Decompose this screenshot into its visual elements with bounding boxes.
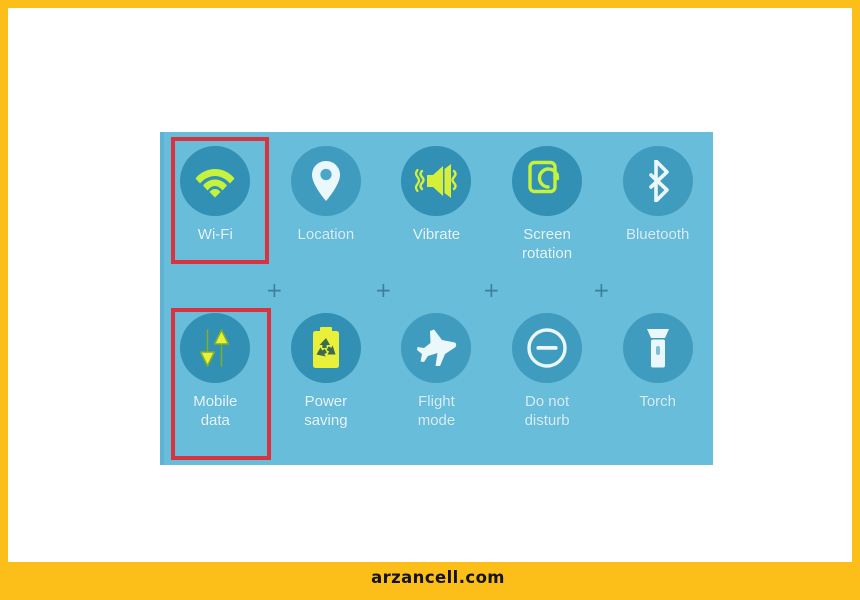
battery-recycle-icon: [309, 326, 343, 370]
airplane-icon: [414, 328, 458, 368]
tile-do-not-disturb-label: Do not disturb: [524, 393, 570, 429]
tile-wifi-circle[interactable]: [180, 146, 251, 216]
flashlight-icon: [644, 327, 672, 369]
plus-separator-3: +: [483, 278, 500, 302]
tile-location-label: Location: [297, 226, 355, 243]
tile-location-circle[interactable]: [290, 146, 361, 216]
quick-settings-row-bottom: Mobile data Power saving Flight mode Do …: [160, 313, 713, 430]
tile-torch-circle[interactable]: [622, 313, 693, 383]
do-not-disturb-icon: [526, 327, 568, 369]
plus-separator-4: +: [593, 278, 610, 302]
tile-vibrate[interactable]: Vibrate: [384, 146, 488, 244]
tile-mobile-data-circle[interactable]: [180, 313, 251, 383]
vibrate-icon: [413, 162, 459, 200]
footer-watermark-bar: arzancell.com: [8, 562, 860, 592]
tile-flight-mode[interactable]: Flight mode: [384, 313, 488, 430]
tile-bluetooth-circle[interactable]: [622, 146, 693, 216]
bluetooth-icon: [643, 160, 673, 202]
tile-power-saving[interactable]: Power saving: [274, 313, 378, 430]
separator-row: + + + +: [160, 278, 713, 304]
screen-rotation-icon: [527, 160, 567, 202]
tile-screen-rotation-circle[interactable]: [512, 146, 583, 216]
location-pin-icon: [310, 160, 342, 202]
tile-screen-rotation-label: Screen rotation: [522, 226, 573, 262]
tile-vibrate-label: Vibrate: [412, 226, 461, 243]
wifi-icon: [194, 164, 236, 198]
page-frame: Wi-Fi Location Vibrate Screen rotation B…: [0, 0, 860, 600]
tile-power-saving-circle[interactable]: [290, 313, 361, 383]
tile-torch-label: Torch: [639, 393, 677, 410]
tile-mobile-data-label: Mobile data: [193, 393, 238, 429]
tile-wifi-label: Wi-Fi: [197, 226, 233, 243]
tile-flight-mode-label: Flight mode: [417, 393, 456, 429]
tile-bluetooth[interactable]: Bluetooth: [606, 146, 710, 244]
tile-mobile-data[interactable]: Mobile data: [163, 313, 267, 430]
plus-separator-2: +: [375, 278, 392, 302]
tile-vibrate-circle[interactable]: [401, 146, 472, 216]
quick-settings-row-top: Wi-Fi Location Vibrate Screen rotation B…: [160, 146, 713, 263]
tile-do-not-disturb-circle[interactable]: [512, 313, 583, 383]
tile-location[interactable]: Location: [274, 146, 378, 244]
footer-watermark-text: arzancell.com: [371, 567, 505, 587]
tile-power-saving-label: Power saving: [304, 393, 348, 429]
tile-torch[interactable]: Torch: [606, 313, 710, 411]
tile-screen-rotation[interactable]: Screen rotation: [495, 146, 599, 263]
tile-wifi[interactable]: Wi-Fi: [163, 146, 267, 244]
plus-separator-1: +: [266, 278, 283, 302]
tile-bluetooth-label: Bluetooth: [625, 226, 690, 243]
tile-do-not-disturb[interactable]: Do not disturb: [495, 313, 599, 430]
quick-settings-panel: Wi-Fi Location Vibrate Screen rotation B…: [160, 132, 713, 465]
mobile-data-icon: [194, 328, 236, 368]
tile-flight-mode-circle[interactable]: [401, 313, 472, 383]
